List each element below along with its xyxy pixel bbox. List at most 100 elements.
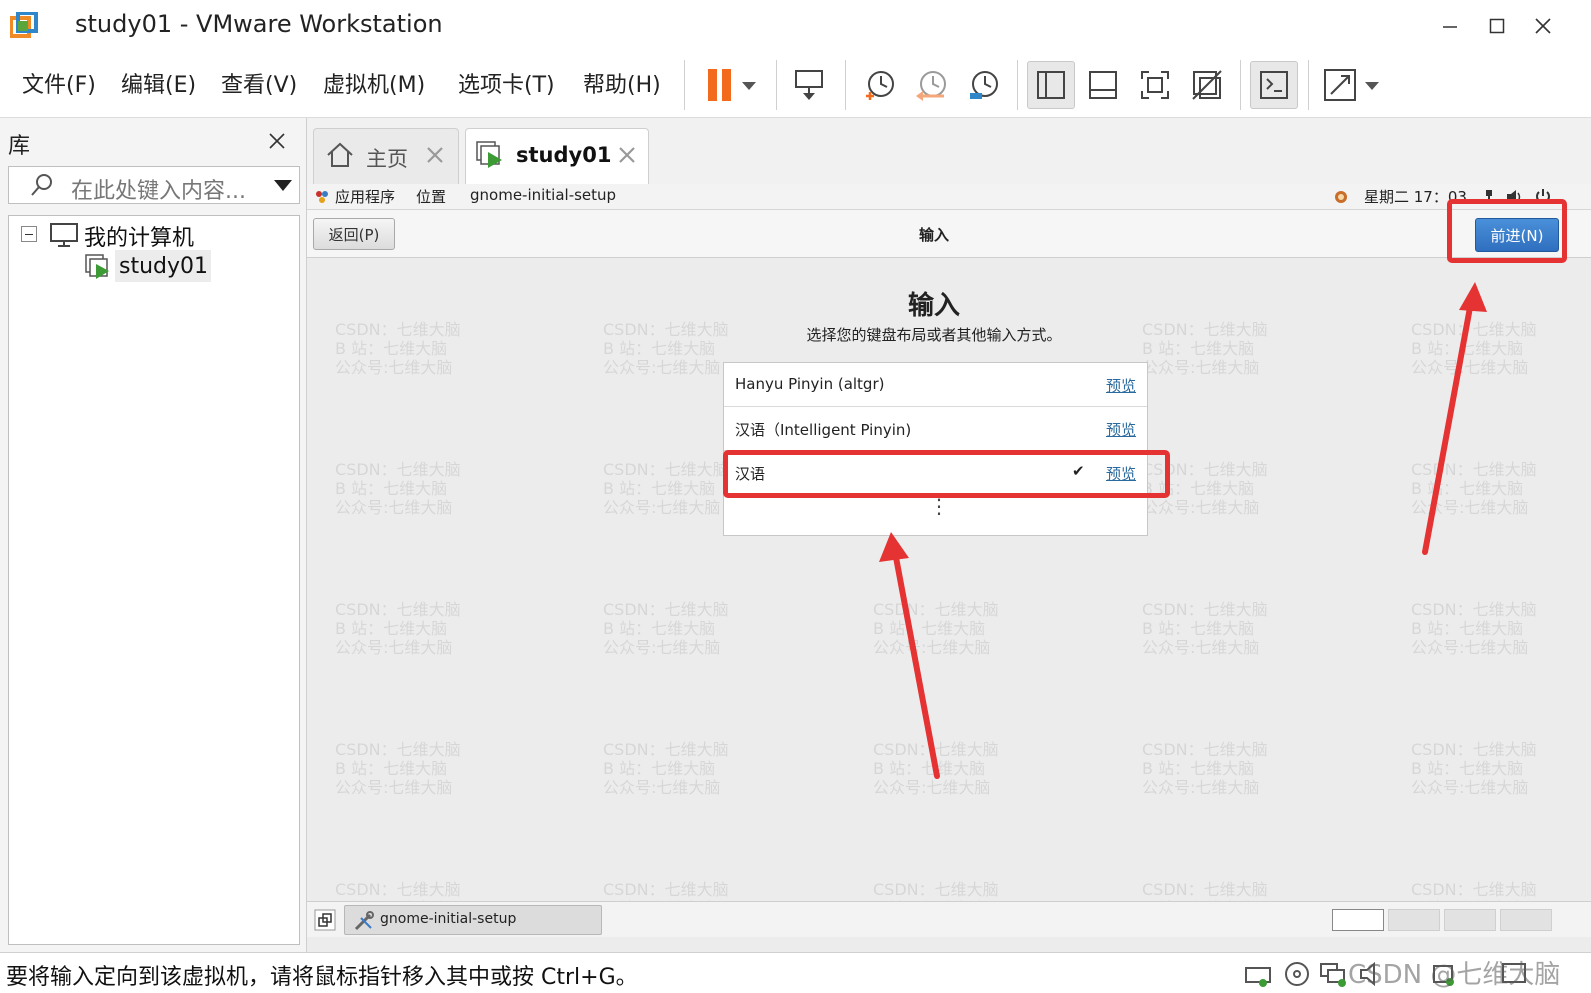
snapshot-icon: [866, 71, 894, 100]
preview-link[interactable]: 预览: [1106, 419, 1136, 440]
tab-study01-label: study01: [516, 143, 612, 167]
workspace-3[interactable]: [1444, 909, 1496, 931]
input-method-icon[interactable]: [1333, 189, 1349, 205]
search-placeholder: 在此处键入内容...: [71, 179, 246, 204]
watermark: CSDN：七维大脑B 站：七维大脑公众号:七维大脑: [335, 460, 461, 517]
taskbar-window-button[interactable]: gnome-initial-setup: [344, 905, 602, 935]
close-icon: [269, 133, 285, 149]
minimize-icon: [1443, 26, 1457, 28]
tab-close-icon[interactable]: [426, 146, 444, 164]
close-button[interactable]: [1523, 10, 1563, 42]
terminal-icon: [1260, 71, 1288, 99]
window-title: study01 - VMware Workstation: [75, 10, 443, 38]
take-snapshot-button[interactable]: [856, 61, 904, 109]
watermark: CSDN：七维大脑B 站：七维大脑公众号:七维大脑: [1142, 600, 1268, 657]
fullscreen-icon: [1141, 71, 1169, 99]
more-options-icon[interactable]: ⋮: [929, 496, 949, 516]
taskbar-window-label: gnome-initial-setup: [380, 911, 517, 927]
menu-view[interactable]: 查看(V): [221, 67, 297, 99]
chevron-down-icon[interactable]: [273, 179, 293, 193]
preview-link[interactable]: 预览: [1106, 375, 1136, 396]
corner-watermark: CSDN @七维大脑: [1348, 960, 1561, 990]
fullscreen-button[interactable]: [1131, 61, 1179, 109]
annotation-box-selected: [723, 450, 1170, 498]
gnome-top-bar: 应用程序 位置 gnome-initial-setup 星期二 17：03: [307, 184, 1591, 210]
applications-menu[interactable]: 应用程序: [335, 186, 395, 207]
menu-edit[interactable]: 编辑(E): [121, 67, 196, 99]
tree-item-label: study01: [119, 254, 209, 279]
unity-mode-icon: [1192, 70, 1222, 100]
maximize-icon: [1489, 18, 1505, 34]
vm-console[interactable]: CSDN：七维大脑 B 站：七维大脑 公众号:七维大脑 CSDN：七维大脑 B 站：七…: [307, 184, 1591, 952]
setup-header-bar: 返回(P) 输入 前进(N): [307, 210, 1591, 258]
stretch-icon: [1324, 69, 1379, 101]
menu-file[interactable]: 文件(F): [22, 67, 96, 99]
library-tree: 我的计算机 study01: [8, 215, 300, 945]
revert-snapshot-icon: [916, 71, 946, 101]
watermark: CSDN：七维大脑B 站：七维大脑公众号:七维大脑: [1411, 460, 1537, 517]
toolbar-separator: [845, 60, 846, 110]
menu-vm[interactable]: 虚拟机(M): [323, 67, 425, 99]
menu-tabs[interactable]: 选项卡(T): [458, 67, 555, 99]
maximize-button[interactable]: [1477, 10, 1517, 42]
send-ctrl-alt-del-button[interactable]: [786, 61, 834, 109]
tab-home-label: 主页: [366, 147, 408, 171]
library-search-input[interactable]: 在此处键入内容...: [8, 166, 300, 204]
tree-item-my-computer[interactable]: 我的计算机: [84, 220, 194, 252]
menu-help[interactable]: 帮助(H): [583, 67, 661, 99]
show-library-button[interactable]: [1027, 61, 1075, 109]
tab-strip: 主页 study01: [307, 118, 1591, 184]
watermark: CSDN：七维大脑B 站：七维大脑公众号:七维大脑: [873, 740, 999, 797]
thumbnail-bar-button[interactable]: [1079, 61, 1127, 109]
hard-disk-icon[interactable]: [1243, 960, 1275, 988]
library-close-button[interactable]: [268, 124, 286, 156]
tab-close-icon[interactable]: [618, 146, 636, 164]
workspace-1[interactable]: [1332, 909, 1384, 931]
toolbar-separator: [1308, 60, 1309, 110]
watermark: CSDN：七维大脑B 站：七维大脑公众号:七维大脑: [1411, 600, 1537, 657]
toolbar-separator: [1017, 60, 1018, 110]
library-panel: 库 在此处键入内容... 我的计算机 study01: [0, 118, 307, 952]
computer-icon: [50, 223, 78, 247]
status-message: 要将输入定向到该虚拟机，请将鼠标指针移入其中或按 Ctrl+G。: [6, 965, 638, 990]
input-source-label: Hanyu Pinyin (altgr): [735, 375, 885, 393]
input-source-label: 汉语（Intelligent Pinyin): [735, 421, 912, 439]
workspace-2[interactable]: [1388, 909, 1440, 931]
stretch-guest-button[interactable]: [1318, 61, 1384, 109]
console-view-button[interactable]: [1250, 61, 1298, 109]
places-menu[interactable]: 位置: [416, 186, 446, 207]
watermark: CSDN：七维大脑B 站：七维大脑公众号:七维大脑: [335, 740, 461, 797]
annotation-arrowhead: [879, 532, 909, 562]
input-source-list: Hanyu Pinyin (altgr) 预览 汉语（Intelligent P…: [723, 362, 1148, 536]
collapse-toggle[interactable]: [21, 226, 37, 242]
page-heading: 输入: [907, 291, 960, 321]
list-item[interactable]: Hanyu Pinyin (altgr) 预览: [724, 363, 1147, 407]
watermark: CSDN：七维大脑B 站：七维大脑公众号:七维大脑: [873, 600, 999, 657]
toolbar-separator: [1240, 60, 1241, 110]
watermark: CSDN：七维大脑B 站：七维大脑公众号:七维大脑: [603, 600, 729, 657]
tab-home[interactable]: 主页: [313, 128, 459, 184]
watermark: CSDN：七维大脑B 站：七维大脑公众号:七维大脑: [1411, 740, 1537, 797]
minimize-button[interactable]: [1430, 10, 1470, 42]
unity-mode-button[interactable]: [1183, 61, 1231, 109]
cd-dvd-icon[interactable]: [1283, 960, 1311, 988]
network-adapter-icon[interactable]: [1318, 960, 1350, 988]
workspace-4[interactable]: [1500, 909, 1552, 931]
status-bar: 要将输入定向到该虚拟机，请将鼠标指针移入其中或按 Ctrl+G。 CSDN @七…: [0, 952, 1591, 993]
tab-study01[interactable]: study01: [465, 128, 649, 184]
revert-snapshot-button[interactable]: [908, 61, 956, 109]
annotation-box-next: [1447, 199, 1567, 263]
thumbnail-view-icon: [1089, 71, 1117, 99]
show-desktop-icon[interactable]: [314, 909, 336, 931]
toolbar-separator: [776, 60, 777, 110]
search-icon: [31, 174, 52, 196]
tree-item-study01[interactable]: study01: [115, 250, 211, 282]
list-item[interactable]: 汉语（Intelligent Pinyin) 预览: [724, 407, 1147, 451]
page-subtitle: 选择您的键盘布局或者其他输入方式。: [806, 326, 1062, 344]
app-name: gnome-initial-setup: [470, 186, 617, 204]
snapshot-manager-button[interactable]: [960, 61, 1008, 109]
pause-button[interactable]: [694, 61, 764, 109]
applications-icon: [316, 191, 328, 203]
vm-running-icon: [476, 141, 502, 168]
watermark: CSDN：七维大脑B 站：七维大脑公众号:七维大脑: [603, 740, 729, 797]
